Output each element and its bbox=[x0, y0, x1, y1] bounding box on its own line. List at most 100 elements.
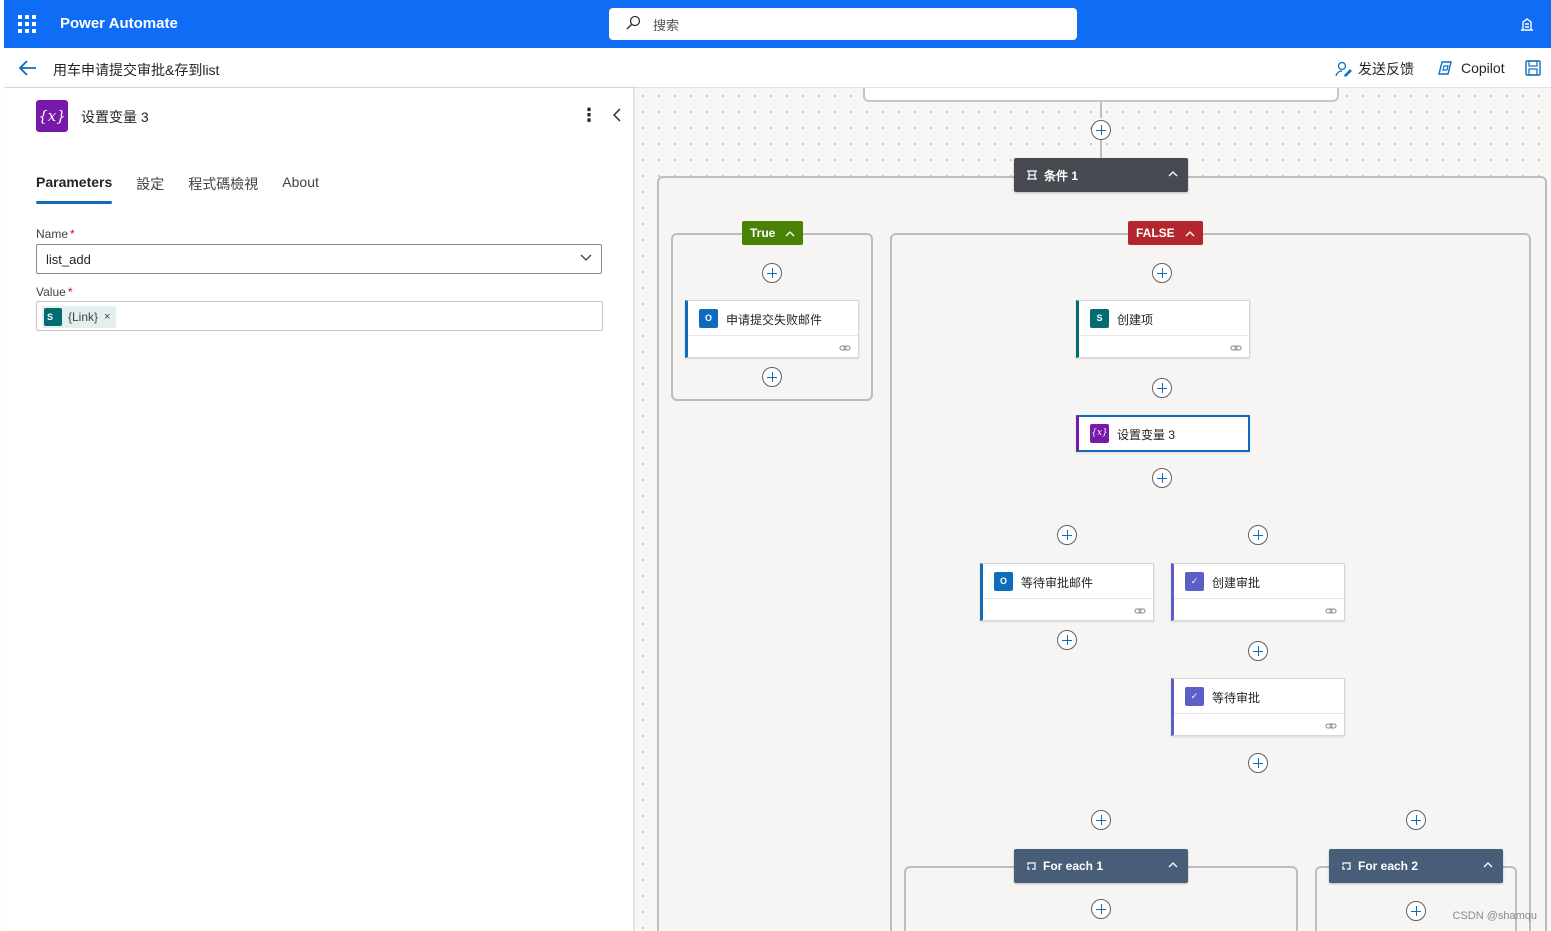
action-details-panel: {x} 设置变量 3 ⋮ Parameters 設定 程式碼檢視 About N… bbox=[4, 88, 634, 931]
action-title: 创建项 bbox=[1117, 313, 1154, 327]
flow-canvas[interactable]: 条件 1 True O 申请提交失败邮件 FALSE S 创建项 {x} 设置变… bbox=[635, 88, 1551, 931]
tab-parameters[interactable]: Parameters bbox=[36, 174, 113, 204]
loop-label: For each 1 bbox=[1043, 859, 1104, 873]
add-step-icon[interactable] bbox=[1248, 525, 1268, 545]
chevron-up-icon[interactable] bbox=[1483, 861, 1493, 868]
condition-header[interactable]: 条件 1 bbox=[1014, 158, 1188, 192]
action-card-set-variable-selected[interactable]: {x} 设置变量 3 bbox=[1076, 415, 1250, 452]
card-divider bbox=[983, 598, 1153, 599]
action-card-failure-email[interactable]: O 申请提交失败邮件 bbox=[685, 300, 859, 358]
condition-label: 条件 1 bbox=[1044, 168, 1079, 183]
name-field-label: Name * bbox=[36, 227, 75, 241]
search-input[interactable]: 搜索 bbox=[609, 8, 1077, 40]
for-each-1-header[interactable]: For each 1 bbox=[1014, 849, 1188, 883]
token-label: {Link} bbox=[68, 310, 99, 324]
value-input[interactable]: S {Link} × bbox=[36, 301, 603, 331]
action-title: 申请提交失败邮件 bbox=[726, 313, 823, 327]
add-step-icon[interactable] bbox=[762, 263, 782, 283]
action-card-create-item[interactable]: S 创建项 bbox=[1076, 300, 1250, 358]
add-step-icon[interactable] bbox=[1152, 263, 1172, 283]
sharepoint-icon: S bbox=[1090, 309, 1109, 328]
panel-title[interactable]: 设置变量 3 bbox=[81, 107, 149, 127]
feedback-button[interactable]: 发送反馈 bbox=[1334, 59, 1414, 79]
watermark: CSDN @shamqu bbox=[1452, 910, 1537, 922]
chevron-up-icon[interactable] bbox=[1185, 230, 1195, 237]
add-step-icon[interactable] bbox=[762, 367, 782, 387]
chevron-up-icon[interactable] bbox=[785, 230, 795, 237]
add-step-icon[interactable] bbox=[1152, 378, 1172, 398]
card-divider bbox=[1174, 598, 1344, 599]
link-icon bbox=[1134, 608, 1146, 614]
name-dropdown[interactable]: list_add bbox=[36, 244, 602, 274]
card-divider bbox=[1079, 335, 1249, 336]
top-bar: Power Automate 搜索 bbox=[4, 0, 1551, 48]
save-button[interactable] bbox=[1524, 59, 1542, 77]
add-step-icon[interactable] bbox=[1152, 468, 1172, 488]
panel-tabs: Parameters 設定 程式碼檢視 About bbox=[36, 174, 319, 204]
search-placeholder: 搜索 bbox=[653, 18, 680, 33]
add-step-icon[interactable] bbox=[1057, 525, 1077, 545]
add-step-icon[interactable] bbox=[1248, 641, 1268, 661]
loop-icon bbox=[1342, 861, 1351, 870]
outlook-icon: O bbox=[994, 572, 1013, 591]
command-bar: 用车申请提交审批&存到list 发送反馈 Copilot bbox=[4, 48, 1551, 88]
variable-icon: {x} bbox=[1090, 424, 1109, 443]
loop-icon bbox=[1027, 861, 1036, 870]
collapse-panel-icon[interactable] bbox=[610, 107, 624, 123]
tab-settings[interactable]: 設定 bbox=[136, 174, 164, 204]
copilot-label: Copilot bbox=[1461, 60, 1505, 76]
previous-action-card[interactable] bbox=[863, 88, 1339, 102]
for-each-2-header[interactable]: For each 2 bbox=[1329, 849, 1503, 883]
variable-icon: {x} bbox=[36, 100, 68, 132]
add-step-icon[interactable] bbox=[1057, 630, 1077, 650]
action-title: 设置变量 3 bbox=[1117, 428, 1176, 442]
approvals-icon: ✓ bbox=[1185, 572, 1204, 591]
add-step-icon[interactable] bbox=[1248, 753, 1268, 773]
loop-label: For each 2 bbox=[1358, 859, 1419, 873]
link-icon bbox=[839, 345, 851, 351]
card-divider bbox=[688, 335, 858, 336]
tab-code-view[interactable]: 程式碼檢視 bbox=[188, 174, 258, 204]
flow-title: 用车申请提交审批&存到list bbox=[53, 62, 220, 78]
true-branch-badge[interactable]: True bbox=[742, 221, 804, 245]
action-card-create-approval[interactable]: ✓ 创建审批 bbox=[1171, 563, 1345, 621]
link-icon bbox=[1325, 608, 1337, 614]
tab-about[interactable]: About bbox=[282, 174, 319, 204]
back-arrow-icon[interactable] bbox=[18, 59, 38, 77]
chevron-down-icon[interactable] bbox=[580, 254, 592, 262]
outlook-icon: O bbox=[699, 309, 718, 328]
action-title: 等待审批邮件 bbox=[1021, 576, 1094, 590]
search-icon bbox=[626, 15, 641, 30]
add-step-icon[interactable] bbox=[1091, 120, 1111, 140]
action-card-wait-approval[interactable]: ✓ 等待审批 bbox=[1171, 678, 1345, 736]
link-icon bbox=[1325, 723, 1337, 729]
name-value: list_add bbox=[46, 252, 91, 267]
add-step-icon[interactable] bbox=[1091, 899, 1111, 919]
add-step-icon[interactable] bbox=[1406, 901, 1426, 921]
action-title: 等待审批 bbox=[1212, 691, 1261, 705]
chevron-up-icon[interactable] bbox=[1168, 861, 1178, 868]
copilot-icon bbox=[1438, 61, 1452, 75]
sharepoint-icon: S bbox=[44, 308, 62, 326]
approvals-icon: ✓ bbox=[1185, 687, 1204, 706]
action-card-wait-approval-email[interactable]: O 等待审批邮件 bbox=[980, 563, 1154, 621]
false-branch-label: FALSE bbox=[1136, 226, 1175, 240]
link-icon bbox=[1230, 345, 1242, 351]
value-field-label: Value * bbox=[36, 285, 73, 299]
feedback-label: 发送反馈 bbox=[1358, 61, 1414, 77]
feedback-icon bbox=[1335, 61, 1352, 77]
copilot-button[interactable]: Copilot bbox=[1437, 59, 1505, 77]
add-step-icon[interactable] bbox=[1406, 810, 1426, 830]
app-name[interactable]: Power Automate bbox=[60, 15, 178, 32]
condition-icon bbox=[1027, 170, 1037, 180]
false-branch-badge[interactable]: FALSE bbox=[1128, 221, 1203, 245]
add-step-icon[interactable] bbox=[1091, 810, 1111, 830]
dynamic-content-token[interactable]: S {Link} × bbox=[42, 306, 117, 328]
app-launcher-icon[interactable] bbox=[18, 15, 36, 33]
save-icon bbox=[1525, 60, 1541, 76]
environment-icon[interactable] bbox=[1517, 14, 1537, 34]
chevron-up-icon[interactable] bbox=[1168, 170, 1178, 177]
remove-token-icon[interactable]: × bbox=[104, 311, 110, 323]
more-options-icon[interactable]: ⋮ bbox=[580, 106, 598, 124]
action-title: 创建审批 bbox=[1212, 576, 1261, 590]
